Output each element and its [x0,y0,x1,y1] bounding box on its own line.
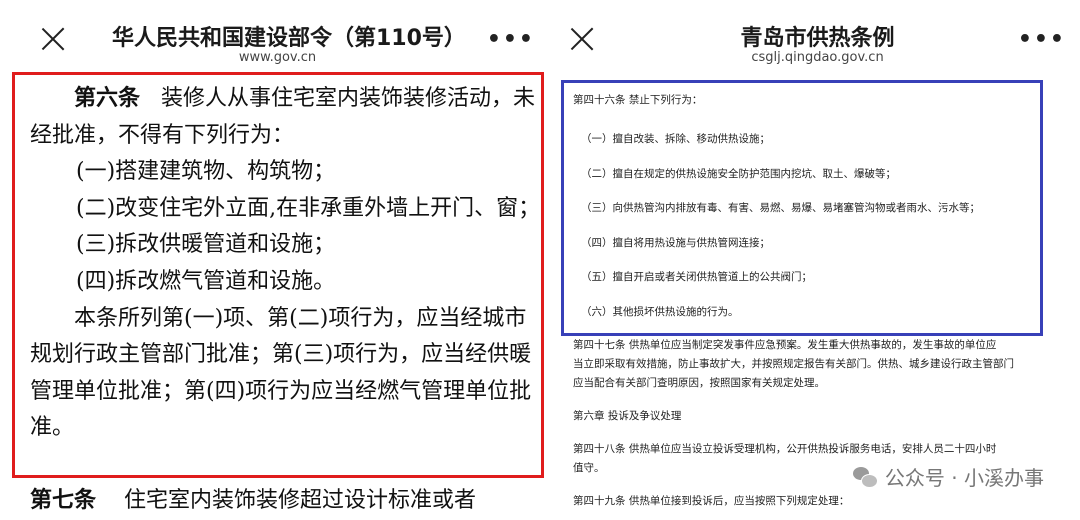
list-item: （三）向供热管沟内排放有毒、有害、易燃、易爆、易堵塞管沟物或者雨水、污水等； [581,202,980,214]
article-48-line: 第四十八条 供热单位应当设立投诉受理机构，公开供热投诉服务电话，安排人员二十四小… [573,443,997,455]
list-item: （一）擅自改装、拆除、移动供热设施； [581,133,770,145]
wechat-icon [852,465,878,489]
article-46: 第四十六条 禁止下列行为： （一）擅自改装、拆除、移动供热设施； （二）擅自在规… [573,92,1043,338]
watermark-text: 公众号 · 小溪办事 [884,466,1044,490]
article-7: 第七条 住宅室内装饰装修超过设计标准或者 [30,482,476,514]
article-47-line: 应当配合有关部门查明原因，按照国家有关规定处理。 [573,377,825,389]
left-screenshot-pane: 华人民共和国建设部令（第110号） www.gov.cn ••• 第六条 装修人… [0,0,555,520]
article-6: 第六条 装修人从事住宅室内装饰装修活动，未经批准，不得有下列行为： (一)搭建建… [30,80,545,447]
list-item: （五）擅自开启或者关闭供热管道上的公共阀门； [581,271,812,283]
article-49-line: 第四十九条 供热单位接到投诉后，应当按照下列规定处理： [573,495,850,507]
watermark: 公众号 · 小溪办事 [852,462,1044,491]
article-tail: 本条所列第(一)项、第(二)项行为，应当经城市规划行政主管部门批准；第(三)项行… [30,305,532,441]
article-47-line: 当立即采取有效措施，防止事故扩大，并按照规定报告有关部门。供热、城乡建设行政主管… [573,358,1014,370]
list-item: (四)拆改燃气管道和设施。 [76,268,336,294]
close-icon[interactable] [40,26,66,52]
page-title: 青岛市供热条例 [740,26,895,51]
list-item: (一)搭建建筑物、构筑物； [76,159,336,185]
more-options-icon[interactable]: ••• [487,29,535,51]
more-options-icon[interactable]: ••• [1018,29,1066,51]
right-screenshot-pane: 青岛市供热条例 csglj.qingdao.gov.cn ••• 第四十六条 禁… [555,0,1080,520]
page-url: csglj.qingdao.gov.cn [751,50,884,65]
list-item: (三)拆改供暖管道和设施； [76,232,336,258]
article-47-line: 第四十七条 供热单位应当制定突发事件应急预案。发生重大供热事故的，发生事故的单位… [573,339,997,351]
article-heading: 第七条 [30,487,97,513]
article-text: 住宅室内装饰装修超过设计标准或者 [124,488,477,513]
list-item: （四）擅自将用热设施与供热管网连接； [581,236,770,249]
chapter-heading: 第六章 投诉及争议处理 [573,410,682,422]
article-heading: 第六条 [74,85,141,111]
page-url: www.gov.cn [238,50,317,65]
page-title: 华人民共和国建设部令（第110号） [112,26,466,51]
list-item: （二）擅自在规定的供热设施安全防护范围内挖坑、取土、爆破等； [581,167,896,180]
list-item: （六）其他损坏供热设施的行为。 [581,305,739,318]
article-heading: 第四十六条 禁止下列行为： [573,94,703,106]
left-header: 华人民共和国建设部令（第110号） www.gov.cn ••• [0,0,555,68]
right-header: 青岛市供热条例 csglj.qingdao.gov.cn ••• [555,0,1080,68]
list-item: (二)改变住宅外立面,在非承重外墙上开门、窗； [76,195,541,221]
